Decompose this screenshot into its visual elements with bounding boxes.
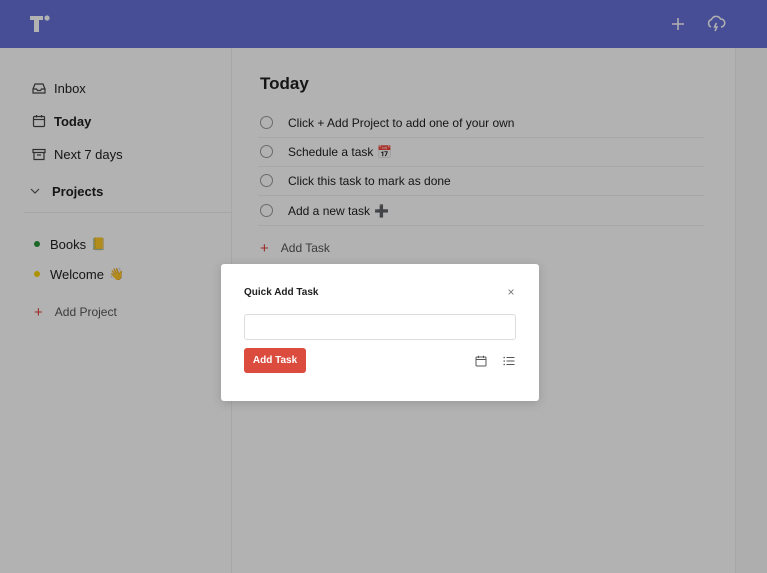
task-name-input[interactable] (244, 314, 516, 340)
add-task-submit-button[interactable]: Add Task (244, 348, 306, 373)
quick-add-dialog: Quick Add Task × Add Task (221, 264, 539, 401)
dialog-title: Quick Add Task (244, 287, 319, 298)
list-icon[interactable] (502, 354, 516, 368)
close-icon[interactable]: × (504, 284, 518, 300)
calendar-icon[interactable] (474, 354, 488, 368)
